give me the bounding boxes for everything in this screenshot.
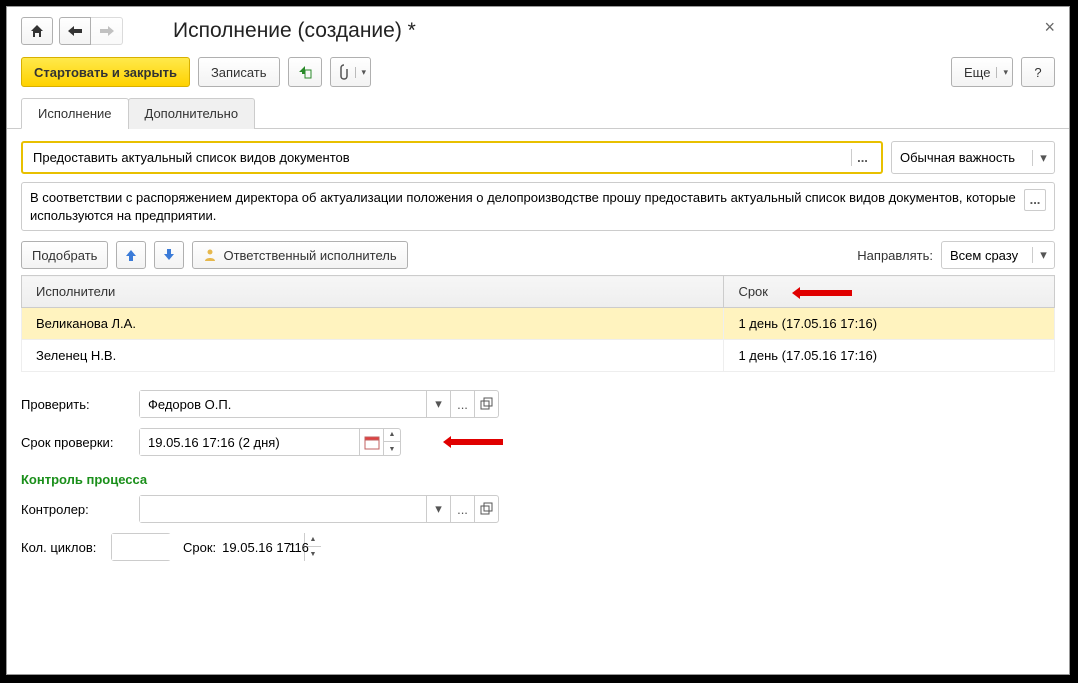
direct-combo[interactable]: Всем сразу ▾ [941,241,1055,269]
col-executors[interactable]: Исполнители [22,276,724,308]
control-due-value: 19.05.16 17:16 [222,540,309,555]
close-icon[interactable]: × [1044,17,1055,38]
pick-button[interactable]: Подобрать [21,241,108,269]
table-row[interactable]: Великанова Л.А. 1 день (17.05.16 17:16) [22,308,1055,340]
executor-due: 1 день (17.05.16 17:16) [724,340,1055,372]
chevron-down-icon[interactable]: ▾ [426,496,450,522]
save-button[interactable]: Записать [198,57,280,87]
chevron-down-icon[interactable]: ▾ [1032,247,1054,263]
move-down-button[interactable] [154,241,184,269]
arrow-annotation-icon [443,435,503,449]
responsible-label: Ответственный исполнитель [223,248,396,263]
table-row[interactable]: Зеленец Н.В. 1 день (17.05.16 17:16) [22,340,1055,372]
executors-table: Исполнители Срок Великанова Л.А. 1 день … [21,275,1055,372]
spin-down-icon[interactable]: ▼ [384,442,400,456]
checker-field: ▾ ... [139,390,499,418]
direct-label: Направлять: [857,248,933,263]
open-icon[interactable] [474,391,498,417]
check-due-input[interactable] [140,429,359,455]
description-expand-button[interactable]: ... [1024,189,1046,211]
chevron-down-icon[interactable]: ▾ [1032,150,1054,166]
col-due[interactable]: Срок [724,276,1055,308]
spin-buttons[interactable]: ▲ ▼ [383,428,400,456]
more-button[interactable]: Еще [951,57,1013,87]
move-up-button[interactable] [116,241,146,269]
executor-name: Зеленец Н.В. [22,340,724,372]
help-button[interactable]: ? [1021,57,1055,87]
subject-field-wrapper: ... [21,141,883,174]
check-due-field: ▲ ▼ [139,428,401,456]
description-text[interactable]: В соответствии с распоряжением директора… [30,189,1018,224]
send-button[interactable] [288,57,322,87]
open-icon[interactable] [474,496,498,522]
controller-field: ▾ ... [139,495,499,523]
section-control-title: Контроль процесса [21,472,1055,487]
start-and-close-button[interactable]: Стартовать и закрыть [21,57,190,87]
home-button[interactable] [21,17,53,45]
col-due-label: Срок [738,284,768,299]
responsible-executor-button[interactable]: Ответственный исполнитель [192,241,407,269]
priority-value: Обычная важность [892,145,1032,170]
controller-input[interactable] [140,496,426,522]
attach-button[interactable] [330,57,372,87]
executor-due: 1 день (17.05.16 17:16) [724,308,1055,340]
cycles-label: Кол. циклов: [21,540,105,555]
tab-execution[interactable]: Исполнение [21,98,129,129]
subject-input[interactable] [31,149,851,166]
subject-select-button[interactable]: ... [851,149,873,166]
tab-additional[interactable]: Дополнительно [128,98,256,129]
cycles-field: ▲ ▼ [111,533,171,561]
checker-input[interactable] [140,391,426,417]
check-label: Проверить: [21,397,133,412]
calendar-icon[interactable] [359,429,383,455]
executor-name: Великанова Л.А. [22,308,724,340]
check-due-label: Срок проверки: [21,435,133,450]
ellipsis-button[interactable]: ... [450,391,474,417]
window-title: Исполнение (создание) * [173,19,416,43]
arrow-annotation-icon [792,286,852,296]
spin-up-icon[interactable]: ▲ [384,428,400,442]
ellipsis-button[interactable]: ... [450,496,474,522]
direct-value: Всем сразу [942,245,1032,266]
controller-label: Контролер: [21,502,133,517]
back-button[interactable] [59,17,91,45]
control-due-label: Срок: [183,540,216,555]
forward-button[interactable] [91,17,123,45]
chevron-down-icon[interactable]: ▾ [426,391,450,417]
priority-combo[interactable]: Обычная важность ▾ [891,141,1055,174]
